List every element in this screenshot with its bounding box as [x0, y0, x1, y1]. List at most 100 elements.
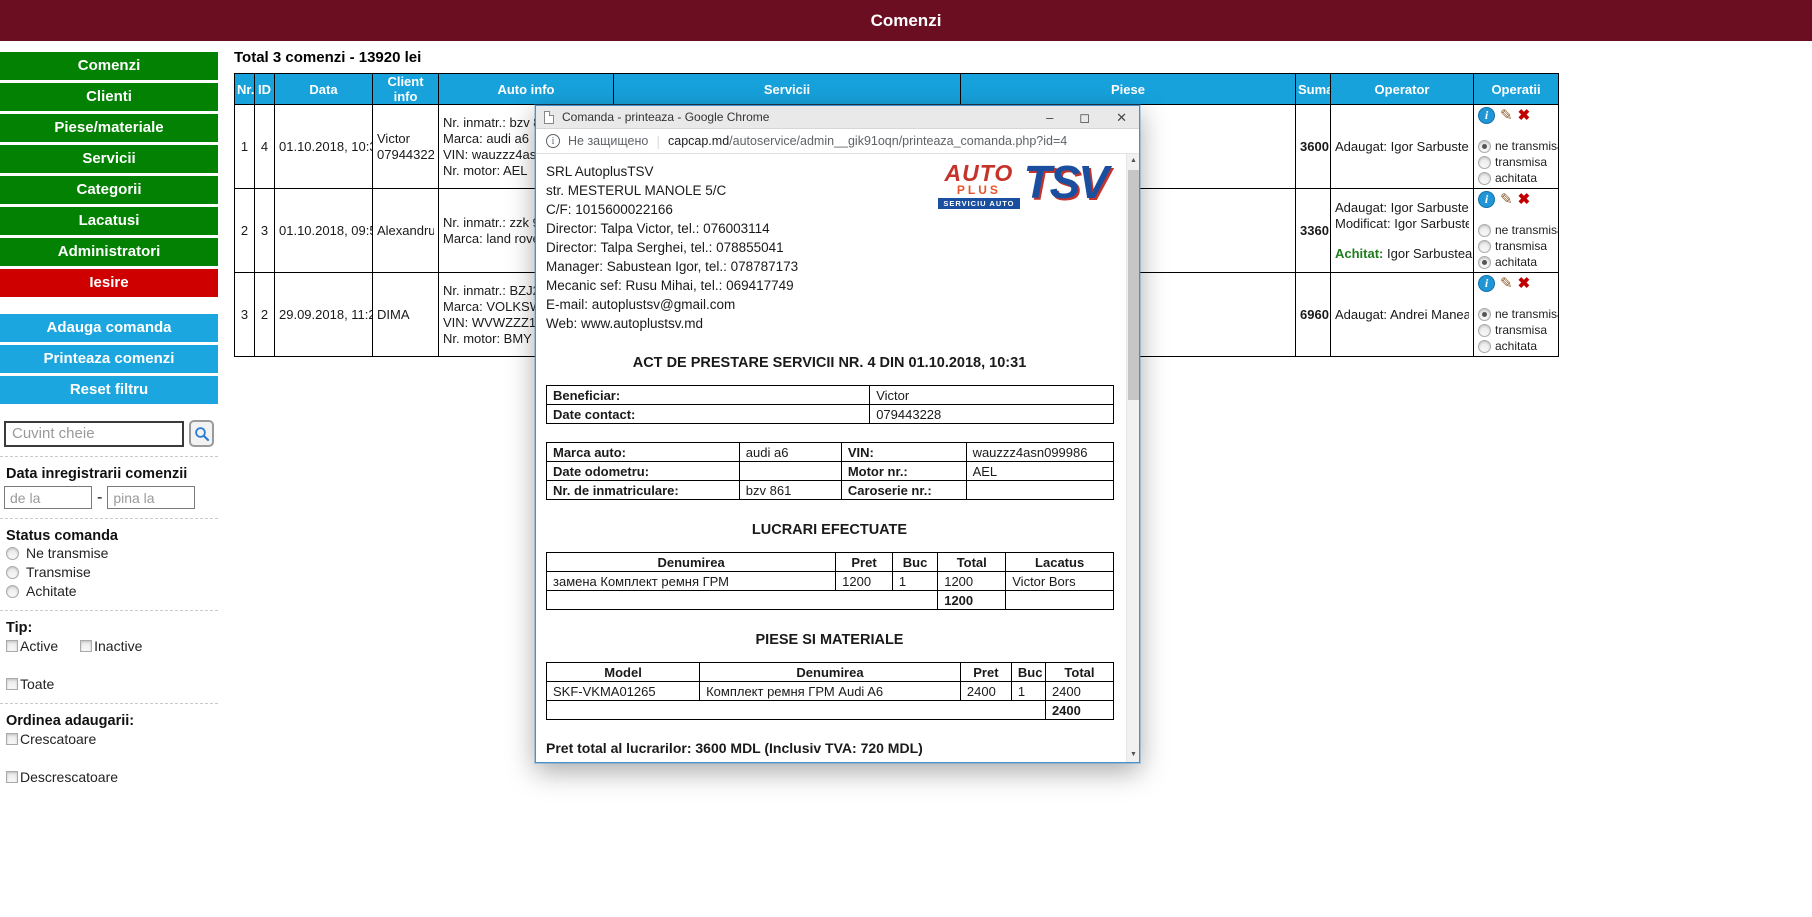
order-option-label: Crescatoare	[20, 731, 96, 747]
date-to-field[interactable]	[107, 486, 195, 509]
checkbox-icon[interactable]	[6, 640, 18, 652]
column-header-operatii: Operatii	[1474, 74, 1559, 105]
row-status-label: ne transmisa	[1495, 222, 1559, 238]
sidebar-item-servicii[interactable]: Servicii	[0, 145, 218, 173]
sidebar-item-iesire[interactable]: Iesire	[0, 269, 218, 297]
row-status-option-transmisa[interactable]: transmisa	[1478, 238, 1554, 254]
sidebar-nav: Comenzi Clienti Piese/materiale Servicii Cat…	[0, 52, 218, 297]
status-option-achitate[interactable]: Achitate	[0, 582, 218, 601]
doc-data-row: замена Комплект ремня ГРМ120011200Victor…	[547, 572, 1114, 591]
cell-data: 01.10.2018, 09:52	[275, 189, 373, 273]
scroll-up-icon[interactable]: ▲	[1127, 154, 1139, 168]
radio-icon[interactable]	[1478, 340, 1491, 353]
column-header-operator: Operator	[1331, 74, 1474, 105]
cell-nr: 3	[235, 273, 255, 357]
status-option-transmise[interactable]: Transmise	[0, 563, 218, 582]
radio-icon[interactable]	[1478, 324, 1491, 337]
tip-option-inactive[interactable]: Inactive	[80, 638, 142, 654]
beneficiar-row: Date contact:079443228	[547, 405, 1114, 424]
row-status-label: transmisa	[1495, 322, 1547, 338]
scrollbar-thumb[interactable]	[1128, 170, 1139, 400]
row-status-option-achitata[interactable]: achitata	[1478, 170, 1554, 186]
row-status-option-transmisa[interactable]: transmisa	[1478, 322, 1554, 338]
row-status-option-achitata[interactable]: achitata	[1478, 338, 1554, 354]
row-status-option-ne-transmisa[interactable]: ne transmisa	[1478, 306, 1554, 322]
checkbox-icon[interactable]	[80, 640, 92, 652]
action-button-reset-filtru[interactable]: Reset filtru	[0, 376, 218, 404]
page-title: Comenzi	[871, 11, 942, 30]
sidebar-item-administratori[interactable]: Administratori	[0, 238, 218, 266]
sidebar-item-piese-materiale[interactable]: Piese/materiale	[0, 114, 218, 142]
row-status-option-achitata[interactable]: achitata	[1478, 254, 1554, 270]
divider	[0, 610, 218, 611]
scroll-down-icon[interactable]: ▼	[1127, 748, 1139, 762]
checkbox-icon[interactable]	[6, 678, 18, 690]
url-host: capcap.md	[668, 134, 729, 148]
radio-icon[interactable]	[1478, 140, 1491, 153]
order-option-crescatoare[interactable]: Crescatoare	[6, 731, 96, 747]
radio-icon[interactable]	[6, 585, 19, 598]
delete-icon[interactable]: ✖	[1518, 192, 1531, 207]
action-button-adauga-comanda[interactable]: Adauga comanda	[0, 314, 218, 342]
operator-line: Adaugat: Igor Sarbustean	[1335, 139, 1469, 155]
logo-plus-text: PLUS	[957, 184, 1001, 196]
edit-icon[interactable]: ✎	[1500, 192, 1513, 207]
sidebar-item-comenzi[interactable]: Comenzi	[0, 52, 218, 80]
sidebar-item-lacatusi[interactable]: Lacatusi	[0, 207, 218, 235]
company-line: E-mail: autoplustsv@gmail.com	[546, 295, 1113, 314]
edit-icon[interactable]: ✎	[1500, 108, 1513, 123]
radio-icon[interactable]	[1478, 224, 1491, 237]
checkbox-icon[interactable]	[6, 771, 18, 783]
sidebar-item-categorii[interactable]: Categorii	[0, 176, 218, 204]
maximize-button[interactable]: ◻	[1079, 111, 1090, 124]
cell-operatii: i ✎ ✖ ne transmisatransmisaachitata	[1474, 189, 1559, 273]
order-option-descrescatoare[interactable]: Descrescatoare	[6, 769, 118, 785]
url-text[interactable]: capcap.md/autoservice/admin__gik91oqn/pr…	[668, 134, 1067, 148]
info-icon[interactable]: i	[1478, 275, 1495, 292]
info-icon[interactable]: i	[546, 134, 560, 148]
logo-auto-text: AUTO	[945, 162, 1014, 184]
radio-icon[interactable]	[6, 547, 19, 560]
scrollbar[interactable]: ▲ ▼	[1126, 154, 1139, 762]
divider	[0, 703, 218, 704]
row-status-label: achitata	[1495, 170, 1537, 186]
delete-icon[interactable]: ✖	[1518, 108, 1531, 123]
row-status-option-ne-transmisa[interactable]: ne transmisa	[1478, 222, 1554, 238]
action-button-printeaza-comenzi[interactable]: Printeaza comenzi	[0, 345, 218, 373]
checkbox-icon[interactable]	[6, 733, 18, 745]
row-status-option-ne-transmisa[interactable]: ne transmisa	[1478, 138, 1554, 154]
search-input[interactable]	[4, 421, 184, 447]
cell-data: 01.10.2018, 10:31	[275, 105, 373, 189]
column-header-id: ID	[255, 74, 275, 105]
radio-icon[interactable]	[1478, 240, 1491, 253]
row-action-icons: i ✎ ✖	[1478, 275, 1554, 292]
info-icon[interactable]: i	[1478, 191, 1495, 208]
status-option-ne-transmise[interactable]: Ne transmise	[0, 544, 218, 563]
close-button[interactable]: ✕	[1116, 111, 1127, 124]
cell-id: 3	[255, 189, 275, 273]
radio-icon[interactable]	[1478, 172, 1491, 185]
vehicle-table: Marca auto:audi a6VIN:wauzzz4asn099986Da…	[546, 442, 1114, 500]
tip-option-toate[interactable]: Toate	[6, 676, 54, 692]
row-action-icons: i ✎ ✖	[1478, 191, 1554, 208]
edit-icon[interactable]: ✎	[1500, 276, 1513, 291]
radio-icon[interactable]	[1478, 256, 1491, 269]
row-status-option-transmisa[interactable]: transmisa	[1478, 154, 1554, 170]
search-button[interactable]	[189, 420, 214, 447]
column-header-suma: Suma	[1296, 74, 1331, 105]
sidebar-item-clienti[interactable]: Clienti	[0, 83, 218, 111]
delete-icon[interactable]: ✖	[1518, 276, 1531, 291]
minimize-button[interactable]: –	[1046, 111, 1053, 124]
popup-titlebar[interactable]: Comanda - printeaza - Google Chrome – ◻ …	[536, 106, 1139, 129]
status-option-label: Transmise	[26, 564, 91, 581]
radio-icon[interactable]	[1478, 308, 1491, 321]
tip-option-active[interactable]: Active	[6, 638, 58, 654]
radio-icon[interactable]	[6, 566, 19, 579]
vehicle-value: bzv 861	[739, 481, 841, 500]
doc-column-denumirea: Denumirea	[700, 663, 961, 682]
date-from-field[interactable]	[4, 486, 92, 509]
info-icon[interactable]: i	[1478, 107, 1495, 124]
column-header-nr: Nr.	[235, 74, 255, 105]
radio-icon[interactable]	[1478, 156, 1491, 169]
doc-total-empty	[547, 591, 938, 610]
